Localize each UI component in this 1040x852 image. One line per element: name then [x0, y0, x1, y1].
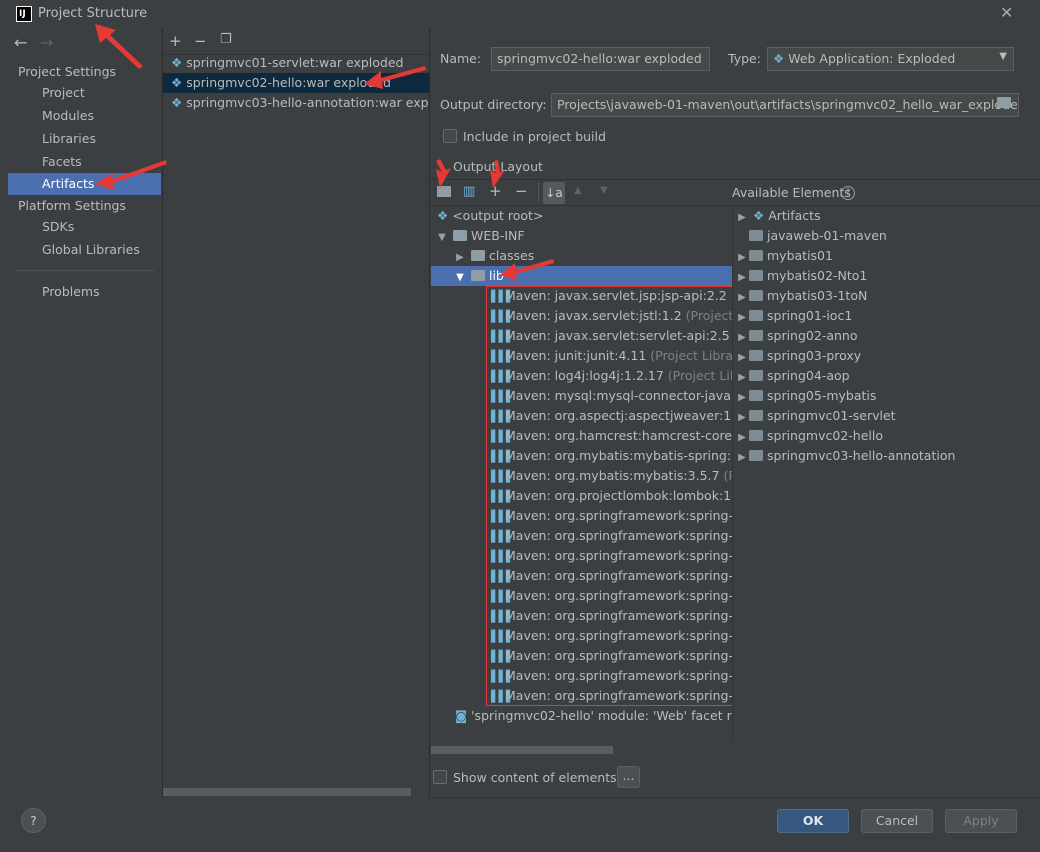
annotation-arrow	[490, 160, 505, 188]
annotation-arrow	[436, 159, 451, 188]
annotation-arrow	[500, 259, 554, 281]
annotation-arrows	[95, 24, 554, 281]
annotation-arrow	[95, 24, 143, 69]
annotation-arrow	[364, 66, 426, 89]
project-structure-dialog: IJ Project Structure ✕ ← → Project Setti…	[0, 0, 1040, 852]
annotation-arrow	[95, 160, 167, 190]
